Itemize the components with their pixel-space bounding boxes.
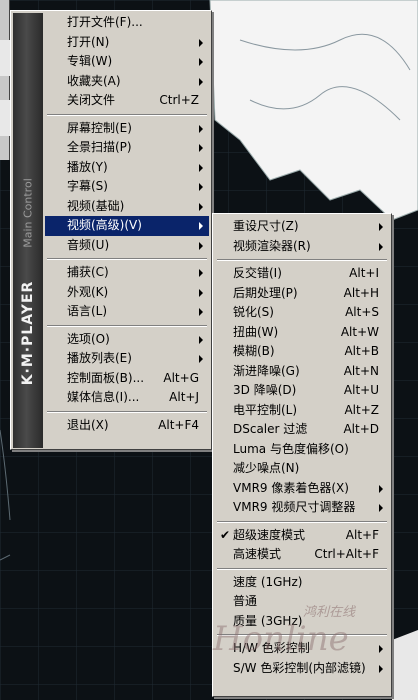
menu-item-control-panel[interactable]: 控制面板(B)... Alt+G bbox=[45, 369, 209, 389]
menu-separator bbox=[45, 255, 209, 263]
menu-item-video-basic[interactable]: 视频(基础) bbox=[45, 197, 209, 217]
submenu-items: 重设尺寸(Z) 视频渲染器(R) 反交错(I) Alt+I 后期处理(P) Alt+… bbox=[215, 217, 389, 678]
submenu-arrow-icon bbox=[199, 288, 203, 297]
submenu-arrow-icon bbox=[199, 183, 203, 191]
submenu-arrow-icon bbox=[379, 223, 383, 231]
submenu-item-luma-chroma-offset[interactable]: Luma 与色度偏移(O) bbox=[215, 440, 389, 460]
menu-item-capture[interactable]: 捕获(C) bbox=[45, 263, 209, 283]
video-advanced-submenu: 重设尺寸(Z) 视频渲染器(R) 反交错(I) Alt+I 后期处理(P) Alt+… bbox=[212, 213, 392, 697]
menu-item-pan-scan[interactable]: 全景扫描(P) bbox=[45, 138, 209, 158]
menu-item-subtitles[interactable]: 字幕(S) bbox=[45, 177, 209, 197]
menu-item-album[interactable]: 专辑(W) bbox=[45, 52, 209, 72]
submenu-item-blur[interactable]: 模糊(B) Alt+B bbox=[215, 342, 389, 362]
menu-separator bbox=[215, 565, 389, 573]
submenu-arrow-icon bbox=[379, 242, 383, 251]
submenu-arrow-icon bbox=[199, 77, 203, 86]
submenu-item-gradual-denoise[interactable]: 渐进降噪(G) Alt+N bbox=[215, 362, 389, 382]
submenu-item-speed-1ghz[interactable]: 速度 (1GHz) bbox=[215, 573, 389, 593]
submenu-item-resize[interactable]: 重设尺寸(Z) bbox=[215, 217, 389, 237]
menu-item-favorites[interactable]: 收藏夹(A) bbox=[45, 72, 209, 92]
submenu-arrow-icon bbox=[379, 504, 383, 512]
menu-separator bbox=[45, 322, 209, 330]
submenu-arrow-icon bbox=[199, 241, 203, 250]
submenu-arrow-icon bbox=[199, 202, 203, 211]
menu-item-language[interactable]: 语言(L) bbox=[45, 302, 209, 322]
menu-separator bbox=[215, 631, 389, 639]
submenu-item-3d-denoise[interactable]: 3D 降噪(D) Alt+U bbox=[215, 381, 389, 401]
player-window-edge bbox=[0, 0, 10, 160]
submenu-item-distort[interactable]: 扭曲(W) Alt+W bbox=[215, 323, 389, 343]
menu-separator bbox=[215, 256, 389, 264]
banner-brand: K·M·PLAYER bbox=[20, 280, 36, 386]
submenu-item-video-renderer[interactable]: 视频渲染器(R) bbox=[215, 237, 389, 257]
submenu-arrow-icon bbox=[379, 484, 383, 493]
submenu-arrow-icon bbox=[199, 222, 203, 230]
menu-item-skin[interactable]: 外观(K) bbox=[45, 283, 209, 303]
submenu-arrow-icon bbox=[199, 58, 203, 66]
menu-item-media-info[interactable]: 媒体信息(I)... Alt+J bbox=[45, 388, 209, 408]
submenu-arrow-icon bbox=[199, 308, 203, 316]
main-menu-items: 打开文件(F)... 打开(N) 专辑(W) 收藏夹(A) 关闭文件 Ctrl+Z… bbox=[45, 13, 209, 435]
menu-item-close-file[interactable]: 关闭文件 Ctrl+Z bbox=[45, 91, 209, 111]
submenu-item-postprocessing[interactable]: 后期处理(P) Alt+H bbox=[215, 284, 389, 304]
submenu-item-sharpen[interactable]: 锐化(S) Alt+S bbox=[215, 303, 389, 323]
submenu-arrow-icon bbox=[379, 664, 383, 673]
menu-item-exit[interactable]: 退出(X) Alt+F4 bbox=[45, 416, 209, 436]
submenu-item-level-control[interactable]: 电平控制(L) Alt+Z bbox=[215, 401, 389, 421]
submenu-arrow-icon bbox=[199, 335, 203, 344]
submenu-item-super-speed-mode[interactable]: ✔ 超级速度模式 Alt+F bbox=[215, 526, 389, 546]
submenu-item-quality-3ghz[interactable]: 质量 (3GHz) bbox=[215, 612, 389, 632]
submenu-arrow-icon bbox=[199, 144, 203, 152]
submenu-item-deinterlace[interactable]: 反交错(I) Alt+I bbox=[215, 264, 389, 284]
submenu-arrow-icon bbox=[199, 163, 203, 172]
submenu-arrow-icon bbox=[199, 38, 203, 47]
menu-item-playlist[interactable]: 播放列表(E) bbox=[45, 349, 209, 369]
submenu-arrow-icon bbox=[199, 269, 203, 277]
menu-separator bbox=[45, 408, 209, 416]
submenu-item-dscaler-filter[interactable]: DScaler 过滤 Alt+D bbox=[215, 420, 389, 440]
submenu-item-hw-color-control[interactable]: H/W 色彩控制 bbox=[215, 639, 389, 659]
submenu-item-high-speed-mode[interactable]: 高速模式 Ctrl+Alt+F bbox=[215, 545, 389, 565]
menu-separator bbox=[45, 111, 209, 119]
submenu-item-reduce-noise[interactable]: 减少噪点(N) bbox=[215, 459, 389, 479]
menu-item-options[interactable]: 选项(O) bbox=[45, 330, 209, 350]
main-context-menu: Main Control K·M·PLAYER 打开文件(F)... 打开(N)… bbox=[10, 10, 212, 450]
kmplayer-side-banner: Main Control K·M·PLAYER bbox=[13, 13, 43, 448]
menu-separator bbox=[215, 518, 389, 526]
submenu-item-normal[interactable]: 普通 bbox=[215, 592, 389, 612]
checkmark-icon: ✔ bbox=[220, 527, 231, 542]
window-fragment bbox=[0, 100, 10, 136]
window-fragment bbox=[0, 40, 10, 76]
menu-item-open[interactable]: 打开(N) bbox=[45, 33, 209, 53]
submenu-item-vmr9-resizer[interactable]: VMR9 视频尺寸调整器 bbox=[215, 498, 389, 518]
menu-item-playback[interactable]: 播放(Y) bbox=[45, 158, 209, 178]
menu-item-screen-control[interactable]: 屏幕控制(E) bbox=[45, 119, 209, 139]
submenu-item-vmr9-pixel-shader[interactable]: VMR9 像素着色器(X) bbox=[215, 479, 389, 499]
submenu-arrow-icon bbox=[199, 124, 203, 133]
menu-item-open-file[interactable]: 打开文件(F)... bbox=[45, 13, 209, 33]
menu-item-audio[interactable]: 音频(U) bbox=[45, 236, 209, 256]
submenu-arrow-icon bbox=[379, 645, 383, 653]
banner-subtitle: Main Control bbox=[21, 178, 35, 248]
menu-item-video-advanced[interactable]: 视频(高级)(V) bbox=[45, 216, 209, 236]
submenu-arrow-icon bbox=[199, 355, 203, 363]
submenu-item-sw-color-control[interactable]: S/W 色彩控制(内部滤镜) bbox=[215, 659, 389, 679]
